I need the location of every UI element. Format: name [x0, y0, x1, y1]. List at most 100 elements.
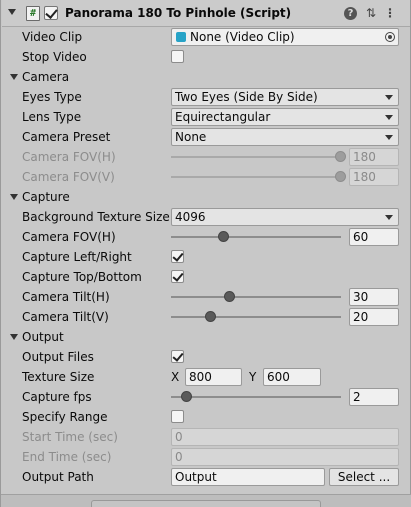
- video-clip-icon: [176, 32, 186, 42]
- camera-fov-h-disabled-slider-thumb: [335, 151, 346, 162]
- specify-range-checkbox[interactable]: [171, 410, 184, 423]
- video-clip-value: None (Video Clip): [190, 30, 295, 44]
- row-start-time: Start Time (sec) 0: [2, 427, 410, 447]
- row-camera-preset: Camera Preset None: [2, 127, 410, 147]
- row-stop-video: Stop Video: [2, 47, 410, 67]
- stop-video-checkbox[interactable]: [171, 50, 184, 63]
- capture-fps-label: Capture fps: [22, 390, 92, 404]
- row-camera-fov-v-disabled: Camera FOV(V) 180: [2, 167, 410, 187]
- row-video-clip: Video Clip None (Video Clip): [2, 27, 410, 47]
- capture-fov-h-slider-thumb[interactable]: [218, 231, 229, 242]
- video-clip-object-field[interactable]: None (Video Clip): [171, 28, 399, 46]
- chevron-down-icon: [385, 215, 393, 220]
- capture-fps-field[interactable]: 2: [349, 388, 399, 406]
- row-lens-type: Lens Type Equirectangular: [2, 107, 410, 127]
- capture-top-bottom-checkbox[interactable]: [171, 270, 184, 283]
- output-path-field[interactable]: Output: [171, 468, 325, 486]
- capture-left-right-label: Capture Left/Right: [22, 250, 132, 264]
- eyes-type-label: Eyes Type: [22, 90, 82, 104]
- camera-foldout-arrow-icon[interactable]: [10, 74, 18, 80]
- camera-preset-dropdown[interactable]: None: [171, 128, 399, 146]
- bg-texture-size-label: Background Texture Size: [22, 210, 170, 224]
- capture-foldout-arrow-icon[interactable]: [10, 194, 18, 200]
- capture-fps-slider-thumb[interactable]: [181, 391, 192, 402]
- row-capture-fov-h: Camera FOV(H) 60: [2, 227, 410, 247]
- help-icon[interactable]: ?: [344, 7, 357, 20]
- row-camera-tilt-h: Camera Tilt(H) 30: [2, 287, 410, 307]
- row-bg-texture-size: Background Texture Size 4096: [2, 207, 410, 227]
- eyes-type-dropdown[interactable]: Two Eyes (Side By Side): [171, 88, 399, 106]
- camera-section-label: Camera: [22, 70, 70, 84]
- section-capture[interactable]: Capture: [2, 187, 410, 207]
- chevron-down-icon: [385, 95, 393, 100]
- capture-section-label: Capture: [22, 190, 70, 204]
- camera-tilt-v-field[interactable]: 20: [349, 308, 399, 326]
- section-camera[interactable]: Camera: [2, 67, 410, 87]
- object-picker-icon[interactable]: [385, 32, 395, 42]
- script-hash-icon: #: [26, 6, 40, 21]
- texture-size-x-field[interactable]: 800: [185, 368, 242, 386]
- row-eyes-type: Eyes Type Two Eyes (Side By Side): [2, 87, 410, 107]
- camera-fov-h-disabled-field: 180: [349, 148, 399, 166]
- row-specify-range: Specify Range: [2, 407, 410, 427]
- capture-fps-slider[interactable]: [171, 396, 341, 398]
- output-files-checkbox[interactable]: [171, 350, 184, 363]
- video-clip-label: Video Clip: [22, 30, 83, 44]
- camera-tilt-h-slider[interactable]: [171, 296, 341, 298]
- camera-fov-v-disabled-slider: [171, 176, 341, 178]
- capture-fov-h-slider[interactable]: [171, 236, 341, 238]
- row-camera-tilt-v: Camera Tilt(V) 20: [2, 307, 410, 327]
- row-capture-fps: Capture fps 2: [2, 387, 410, 407]
- output-foldout-arrow-icon[interactable]: [10, 334, 18, 340]
- output-section-label: Output: [22, 330, 64, 344]
- component-enabled-checkbox[interactable]: [44, 6, 58, 20]
- bg-texture-size-dropdown[interactable]: 4096: [171, 208, 399, 226]
- camera-tilt-v-slider[interactable]: [171, 316, 341, 318]
- section-output[interactable]: Output: [2, 327, 410, 347]
- component-header[interactable]: # Panorama 180 To Pinhole (Script) ? ⇅ ⋮: [2, 0, 410, 27]
- camera-tilt-h-label: Camera Tilt(H): [22, 290, 110, 304]
- start-time-label: Start Time (sec): [22, 430, 118, 444]
- capture-left-right-checkbox[interactable]: [171, 250, 184, 263]
- lens-type-value: Equirectangular: [175, 110, 271, 124]
- camera-fov-h-disabled-label: Camera FOV(H): [22, 150, 116, 164]
- select-output-path-button[interactable]: Select ...: [329, 468, 399, 486]
- chevron-down-icon: [385, 135, 393, 140]
- component-title: Panorama 180 To Pinhole (Script): [65, 6, 292, 20]
- camera-tilt-h-field[interactable]: 30: [349, 288, 399, 306]
- row-texture-size: Texture Size X 800 Y 600: [2, 367, 410, 387]
- camera-fov-v-disabled-field: 180: [349, 168, 399, 186]
- bg-texture-size-value: 4096: [175, 210, 206, 224]
- context-menu-icon[interactable]: ⋮: [383, 6, 397, 20]
- add-component-button-edge[interactable]: [91, 500, 321, 507]
- lens-type-label: Lens Type: [22, 110, 82, 124]
- specify-range-label: Specify Range: [22, 410, 108, 424]
- texture-size-y-field[interactable]: 600: [263, 368, 321, 386]
- camera-tilt-h-slider-thumb[interactable]: [224, 291, 235, 302]
- preset-settings-icon[interactable]: ⇅: [364, 6, 378, 20]
- lens-type-dropdown[interactable]: Equirectangular: [171, 108, 399, 126]
- camera-fov-h-disabled-slider: [171, 156, 341, 158]
- end-time-field: 0: [171, 448, 399, 466]
- chevron-down-icon: [385, 115, 393, 120]
- start-time-field: 0: [171, 428, 399, 446]
- row-camera-fov-h-disabled: Camera FOV(H) 180: [2, 147, 410, 167]
- row-output-path: Output Path Output Select ...: [2, 467, 410, 487]
- camera-tilt-v-label: Camera Tilt(V): [22, 310, 109, 324]
- texture-size-x-label: X: [171, 370, 180, 384]
- output-path-label: Output Path: [22, 470, 94, 484]
- capture-top-bottom-label: Capture Top/Bottom: [22, 270, 142, 284]
- inspector-panel: # Panorama 180 To Pinhole (Script) ? ⇅ ⋮…: [0, 0, 411, 507]
- camera-tilt-v-slider-thumb[interactable]: [205, 311, 216, 322]
- eyes-type-value: Two Eyes (Side By Side): [175, 90, 318, 104]
- foldout-arrow-icon[interactable]: [8, 9, 16, 15]
- capture-fov-h-field[interactable]: 60: [349, 228, 399, 246]
- camera-fov-v-disabled-label: Camera FOV(V): [22, 170, 115, 184]
- inspector-bottom-bar: [1, 494, 411, 507]
- texture-size-y-label: Y: [249, 370, 257, 384]
- output-files-label: Output Files: [22, 350, 94, 364]
- texture-size-label: Texture Size: [22, 370, 95, 384]
- row-capture-top-bottom: Capture Top/Bottom: [2, 267, 410, 287]
- camera-preset-label: Camera Preset: [22, 130, 111, 144]
- row-output-files: Output Files: [2, 347, 410, 367]
